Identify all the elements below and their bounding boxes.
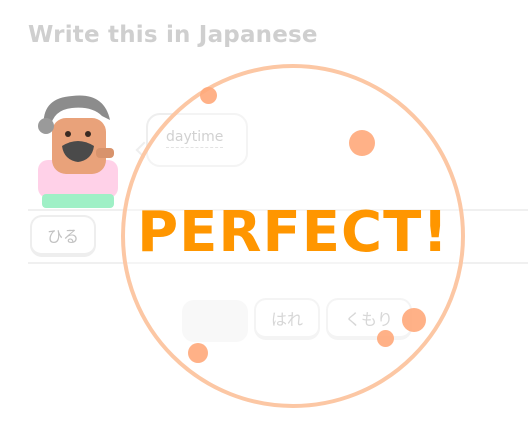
character-illustration: [38, 95, 118, 208]
answer-tile[interactable]: ひる: [30, 215, 96, 257]
confetti-dot: [377, 330, 394, 347]
feedback-perfect-text: PERFECT!: [137, 200, 449, 265]
page-title: Write this in Japanese: [28, 22, 318, 48]
confetti-dot: [402, 308, 426, 332]
confetti-dot: [349, 130, 375, 156]
confetti-dot: [188, 343, 208, 363]
confetti-dot: [200, 87, 217, 104]
